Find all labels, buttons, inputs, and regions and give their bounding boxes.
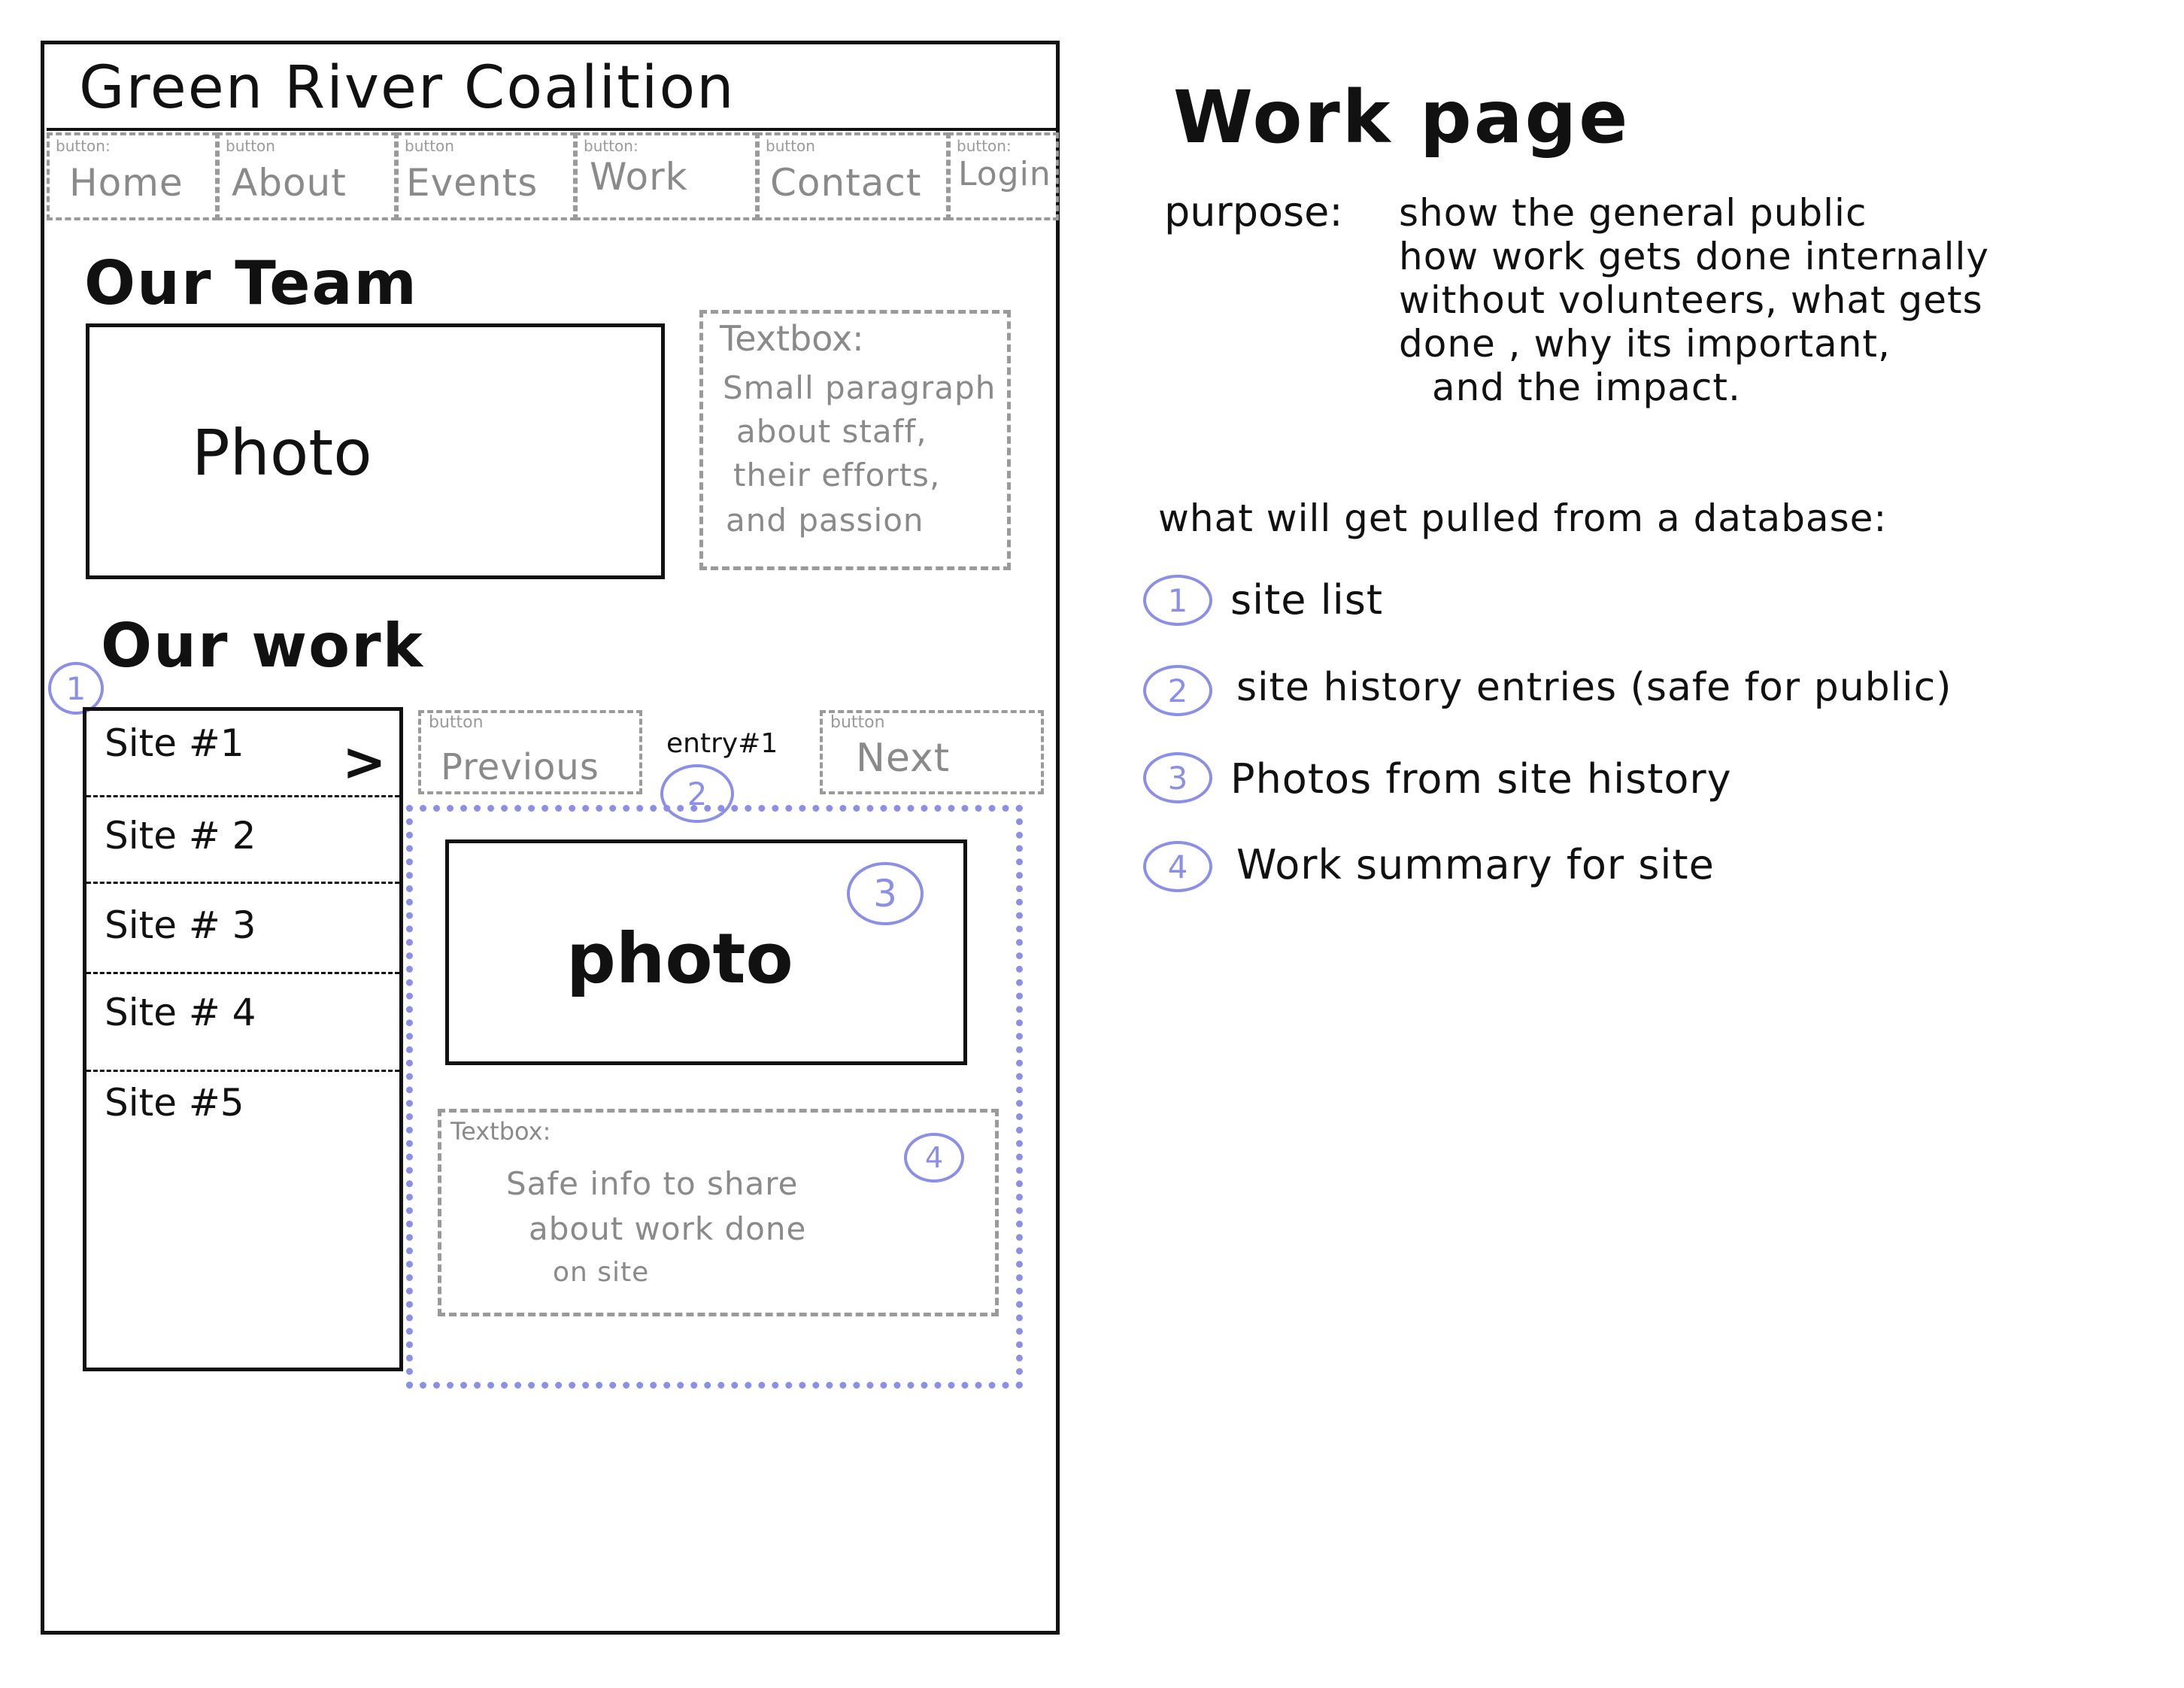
- next-button[interactable]: button Next: [820, 710, 1044, 794]
- purpose-line: done , why its important,: [1399, 322, 1891, 366]
- site-list-item[interactable]: Site # 2: [86, 797, 399, 884]
- team-heading: Our Team: [84, 248, 418, 318]
- site-list-item-label: Site #1: [105, 721, 244, 765]
- textbox-line: and passion: [726, 502, 924, 539]
- site-list-item[interactable]: Site # 3: [86, 884, 399, 974]
- nav-events-label: Events: [406, 161, 538, 205]
- textbox-line: their efforts,: [733, 457, 941, 493]
- nav-events-button[interactable]: button Events: [396, 132, 576, 220]
- purpose-label: purpose:: [1164, 188, 1343, 235]
- note-item: site list: [1230, 576, 1384, 624]
- nav-about-button[interactable]: button About: [217, 132, 397, 220]
- purpose-line: how work gets done internally: [1399, 235, 1990, 278]
- site-list-item-label: Site # 4: [105, 991, 256, 1034]
- team-textbox: Textbox: Small paragraph about staff, th…: [699, 310, 1011, 570]
- button-tag: button: [429, 713, 484, 732]
- textbox-tag: Textbox:: [720, 318, 864, 359]
- entry-photo-label: photo: [566, 918, 793, 999]
- note-item: Work summary for site: [1236, 841, 1715, 888]
- team-photo-placeholder: Photo: [86, 323, 665, 579]
- button-tag: button:: [584, 137, 639, 155]
- marker-4: 4: [904, 1133, 964, 1183]
- database-heading: what will get pulled from a database:: [1158, 496, 1888, 540]
- textbox-line: Small paragraph: [723, 369, 996, 406]
- purpose-line: and the impact.: [1432, 366, 1741, 409]
- textbox-tag: Textbox:: [450, 1117, 551, 1146]
- previous-button[interactable]: button Previous: [418, 710, 642, 794]
- note-item: Photos from site history: [1230, 755, 1732, 803]
- team-photo-label: Photo: [192, 416, 372, 490]
- work-heading: Our work: [101, 611, 424, 681]
- nav-about-label: About: [232, 161, 347, 205]
- nav-contact-button[interactable]: button Contact: [757, 132, 949, 220]
- nav-contact-label: Contact: [770, 161, 922, 205]
- nav-login-label: Login: [958, 155, 1051, 193]
- site-list: Site #1 Site # 2 Site # 3 Site # 4 Site …: [83, 707, 403, 1371]
- button-tag: button:: [56, 137, 111, 155]
- site-list-item-label: Site # 3: [105, 903, 256, 947]
- nav-login-button[interactable]: button: Login: [948, 132, 1059, 220]
- next-button-label: Next: [856, 736, 951, 781]
- purpose-line: without volunteers, what gets: [1399, 278, 1983, 322]
- note-marker-3: 3: [1143, 752, 1212, 803]
- previous-button-label: Previous: [441, 746, 599, 788]
- textbox-line: on site: [553, 1257, 650, 1288]
- button-tag: button:: [957, 137, 1012, 155]
- button-tag: button: [226, 137, 275, 155]
- marker-3: 3: [847, 862, 924, 925]
- notes-title: Work page: [1173, 75, 1630, 159]
- note-marker-2: 2: [1143, 665, 1212, 716]
- purpose-line: show the general public: [1399, 191, 1867, 235]
- site-list-item[interactable]: Site # 4: [86, 974, 399, 1072]
- textbox-line: about work done: [529, 1210, 807, 1247]
- textbox-line: Safe info to share: [506, 1165, 799, 1202]
- button-tag: button: [830, 713, 885, 732]
- textbox-line: about staff,: [736, 413, 927, 450]
- button-tag: button: [766, 137, 815, 155]
- site-list-item-label: Site # 2: [105, 814, 256, 858]
- site-list-item[interactable]: Site #5: [86, 1072, 399, 1365]
- entry-label: entry#1: [666, 728, 778, 759]
- nav-divider: [47, 128, 1059, 131]
- nav-work-label: Work: [590, 155, 688, 199]
- nav-home-label: Home: [69, 161, 184, 205]
- nav-home-button[interactable]: button: Home: [47, 132, 218, 220]
- note-item: site history entries (safe for public): [1236, 665, 1952, 710]
- site-title: Green River Coalition: [79, 54, 736, 122]
- note-marker-4: 4: [1143, 841, 1212, 892]
- chevron-right-icon[interactable]: >: [342, 731, 387, 793]
- button-tag: button: [405, 137, 454, 155]
- nav-work-button[interactable]: button: Work: [575, 132, 758, 220]
- note-marker-1: 1: [1143, 575, 1212, 626]
- site-list-item-label: Site #5: [105, 1081, 244, 1125]
